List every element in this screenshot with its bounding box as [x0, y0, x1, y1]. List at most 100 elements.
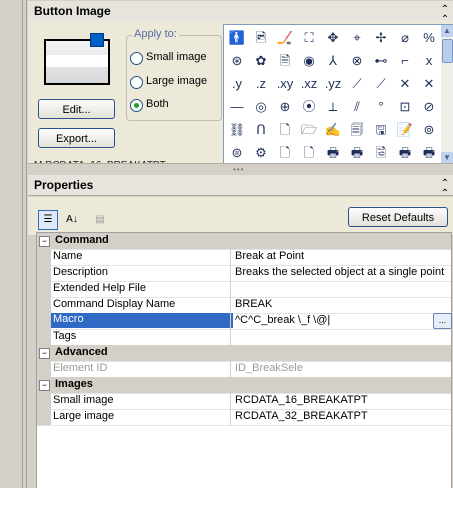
edit-button[interactable]: Edit...	[38, 99, 115, 119]
scroll-thumb[interactable]	[442, 39, 453, 63]
command-image-icon[interactable]: ⌐	[394, 50, 416, 72]
properties-header[interactable]: Properties ⌃ ⌃	[28, 175, 453, 199]
radio-button[interactable]	[130, 76, 143, 89]
property-category[interactable]: − Images	[37, 377, 451, 394]
grid-scrollbar[interactable]: ▲ ▼	[441, 24, 453, 165]
command-image-icon[interactable]: ⫽	[346, 96, 368, 118]
command-image-icon[interactable]: ⊚	[418, 119, 440, 141]
command-image-icon[interactable]: ✕	[418, 73, 440, 95]
command-image-icon[interactable]: .xz	[298, 73, 320, 95]
property-value[interactable]: RCDATA_16_BREAKATPT	[235, 394, 447, 406]
command-image-icon[interactable]: ⊕	[274, 96, 296, 118]
command-image-icon[interactable]: .xy	[274, 73, 296, 95]
command-image-icon[interactable]: 📝	[394, 119, 416, 141]
command-image-icon[interactable]: ―	[226, 96, 248, 118]
command-image-icon[interactable]: ⊜	[226, 142, 248, 164]
column-divider[interactable]	[230, 265, 231, 281]
radio-button[interactable]	[130, 52, 143, 65]
button-image-grid[interactable]: 🚹 🖻 🏒 ⛶ ✥ ⌖ ✢ ⌀% ⊛ ✿ 🗎 ◉ ⅄ ⊗ ⊷ ⌐ x .y .z .xy .xz .yz ⟋ ⟋ ✕ ✕ ― ◎ ⊕ ⦿ ⟂…	[223, 24, 443, 165]
command-image-icon[interactable]: ⛶	[298, 27, 320, 49]
command-image-icon[interactable]: 🖶	[322, 142, 344, 164]
property-row[interactable]: Command Display Name BREAK	[37, 297, 451, 314]
property-row[interactable]: Element ID ID_BreakSele	[37, 361, 451, 378]
command-image-icon[interactable]: Ո	[250, 119, 272, 141]
property-pages-icon[interactable]: ▤	[90, 210, 110, 230]
command-image-icon[interactable]: ✕	[394, 73, 416, 95]
collapse-toggle-icon[interactable]: −	[39, 236, 50, 247]
command-image-icon[interactable]: 🗋	[298, 142, 320, 164]
command-image-icon[interactable]: ⅄	[322, 50, 344, 72]
panel-splitter[interactable]: •••	[28, 163, 453, 174]
property-row[interactable]: Macro ^C^C_break \_f \@|...	[37, 313, 452, 330]
chevron-up-icon[interactable]: ⌃ ⌃	[439, 179, 451, 199]
command-image-icon[interactable]: x	[418, 50, 440, 72]
command-image-icon[interactable]: ⊡	[394, 96, 416, 118]
radio-button-selected[interactable]	[130, 99, 143, 112]
column-divider[interactable]	[230, 313, 231, 329]
property-row[interactable]: Tags	[37, 329, 451, 346]
ellipsis-icon[interactable]: ...	[433, 313, 452, 329]
property-value[interactable]: Break at Point	[235, 250, 447, 262]
command-image-icon[interactable]: ✍	[322, 119, 344, 141]
command-image-icon[interactable]: °	[370, 96, 392, 118]
reset-defaults-button[interactable]: Reset Defaults	[348, 207, 448, 227]
sort-az-icon[interactable]: A↓	[62, 210, 82, 230]
command-image-icon[interactable]: 🗎	[274, 50, 296, 72]
command-image-icon[interactable]: .z	[250, 73, 272, 95]
column-divider[interactable]	[230, 249, 231, 265]
command-image-icon[interactable]: ⟂	[322, 96, 344, 118]
command-image-icon[interactable]: 🗐	[346, 119, 368, 141]
command-image-icon[interactable]: ⟋	[370, 73, 392, 95]
property-row[interactable]: Extended Help File	[37, 281, 451, 298]
export-button[interactable]: Export...	[38, 128, 115, 148]
command-image-icon[interactable]: .yz	[322, 73, 344, 95]
command-image-icon[interactable]: ⛓	[226, 119, 248, 141]
command-image-icon[interactable]: ✿	[250, 50, 272, 72]
property-row[interactable]: Name Break at Point	[37, 249, 451, 266]
command-image-icon[interactable]: 🖶	[394, 142, 416, 164]
command-image-icon[interactable]: 🚹	[226, 27, 248, 49]
button-image-header[interactable]: Button Image ⌃ ⌃	[28, 1, 453, 25]
property-row[interactable]: Small image RCDATA_16_BREAKATPT	[37, 393, 451, 410]
command-image-icon[interactable]: 🗟	[370, 142, 392, 164]
command-image-icon[interactable]: .y	[226, 73, 248, 95]
command-image-icon[interactable]: 🖶	[418, 142, 440, 164]
column-divider[interactable]	[230, 361, 231, 377]
categorized-icon[interactable]: ☰	[38, 210, 58, 230]
command-image-icon[interactable]: ⟋	[346, 73, 368, 95]
command-image-icon[interactable]: ⌖	[346, 27, 368, 49]
command-image-icon[interactable]: %	[418, 27, 440, 49]
collapse-toggle-icon[interactable]: −	[39, 380, 50, 391]
property-value[interactable]: Breaks the selected object at a single p…	[235, 266, 447, 278]
property-row[interactable]: Large image RCDATA_32_BREAKATPT	[37, 409, 451, 426]
column-divider[interactable]	[230, 329, 231, 345]
column-divider[interactable]	[230, 409, 231, 425]
collapse-toggle-icon[interactable]: −	[39, 348, 50, 359]
command-image-icon[interactable]: 🏒	[274, 27, 296, 49]
property-value[interactable]: ID_BreakSele	[235, 362, 447, 374]
command-image-icon[interactable]: ✥	[322, 27, 344, 49]
column-divider[interactable]	[230, 297, 231, 313]
command-image-icon[interactable]: ◉	[298, 50, 320, 72]
command-image-icon[interactable]: 🖻	[250, 27, 272, 49]
property-row[interactable]: Description Breaks the selected object at…	[37, 265, 451, 282]
command-image-icon[interactable]: ⊷	[370, 50, 392, 72]
command-image-icon[interactable]: 🖫	[370, 119, 392, 141]
property-category[interactable]: − Advanced	[37, 345, 451, 362]
command-image-icon[interactable]: ⊘	[418, 96, 440, 118]
command-image-icon[interactable]: ⊗	[346, 50, 368, 72]
command-image-icon[interactable]: ⌀	[394, 27, 416, 49]
command-image-icon[interactable]: ◎	[250, 96, 272, 118]
property-value[interactable]: RCDATA_32_BREAKATPT	[235, 410, 447, 422]
command-image-icon[interactable]: 🗋	[274, 142, 296, 164]
column-divider[interactable]	[230, 281, 231, 297]
property-value[interactable]: ^C^C_break \_f \@|	[235, 314, 447, 326]
command-image-icon[interactable]: 🗋	[274, 119, 296, 141]
column-divider[interactable]	[230, 393, 231, 409]
command-image-icon[interactable]: ⊛	[226, 50, 248, 72]
command-image-icon[interactable]: ⚙	[250, 142, 272, 164]
property-value[interactable]: BREAK	[235, 298, 447, 310]
command-image-icon[interactable]: 🗁	[298, 119, 320, 141]
command-image-icon[interactable]: 🖶	[346, 142, 368, 164]
command-image-icon[interactable]: ✢	[370, 27, 392, 49]
